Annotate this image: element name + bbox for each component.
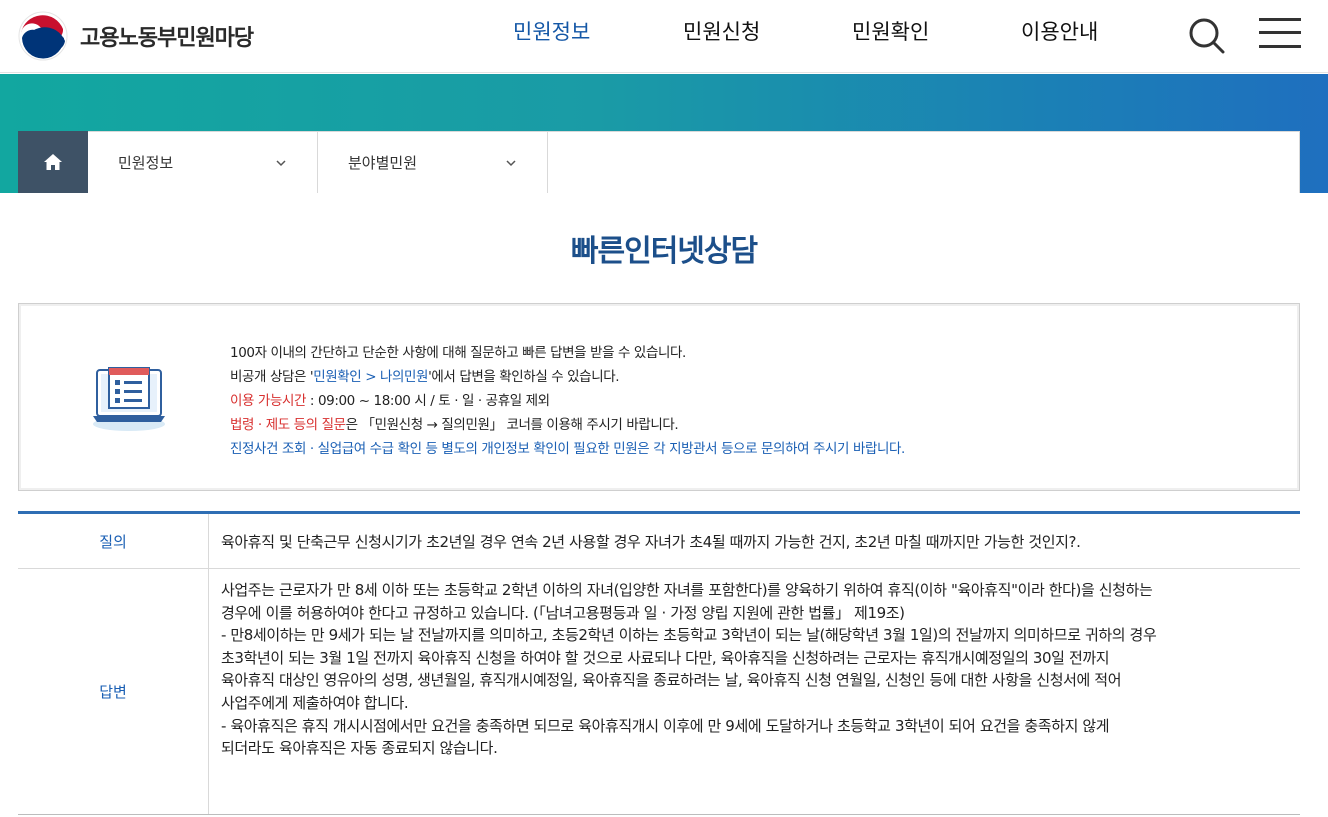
nav-civil-info[interactable]: 민원정보 [513,16,590,46]
answer-text: 사업주는 근로자가 만 8세 이하 또는 초등학교 2학년 이하의 자녀(입양한… [209,569,1300,814]
nav-civil-apply[interactable]: 민원신청 [683,16,760,46]
answer-label: 답변 [18,569,209,814]
logo[interactable]: 고용노동부민원마당 [18,11,254,61]
answer-line: 사업주에게 제출하여야 합니다. [221,693,409,712]
answer-line: 육아휴직 대상인 영유아의 성명, 생년월일, 휴직개시예정일, 육아휴직을 종… [221,671,1122,690]
menu-icon [1259,18,1301,21]
question-row: 질의 육아휴직 및 단축근무 신청시기가 초2년일 경우 연속 2년 사용할 경… [18,514,1300,569]
answer-line: 되더라도 육아휴직은 자동 종료되지 않습니다. [221,739,498,758]
qa-table: 질의 육아휴직 및 단축근무 신청시기가 초2년일 경우 연속 2년 사용할 경… [18,511,1300,815]
answer-line: 초3학년이 되는 3월 1일 전까지 육아휴직 신청을 하여야 할 것으로 사료… [221,648,1110,667]
breadcrumb-label: 민원정보 [118,154,174,172]
breadcrumb: 민원정보 분야별민원 [18,131,1300,193]
notice-text: 100자 이내의 간단하고 단순한 사항에 대해 질문하고 빠른 답변을 받을 … [230,341,905,461]
my-civil-link[interactable]: 민원확인 > 나의민원 [313,369,428,385]
notice-line-4: 법령 · 제도 등의 질문은 「민원신청 → 질의민원」 코너를 이용해 주시기… [230,417,679,433]
notice-box: 100자 이내의 간단하고 단순한 사항에 대해 질문하고 빠른 답변을 받을 … [18,303,1300,491]
nav-civil-check[interactable]: 민원확인 [852,16,929,46]
breadcrumb-item-civil-info[interactable]: 민원정보 [88,132,318,193]
notice-line-3: 이용 가능시간 : 09:00 ~ 18:00 시 / 토 · 일 · 공휴일 … [230,393,550,409]
government-emblem-icon [18,11,68,61]
home-icon [44,154,62,170]
answer-line: - 육아휴직은 휴직 개시시점에서만 요건을 충족하면 되므로 육아휴직개시 이… [221,716,1110,735]
chevron-down-icon [506,159,516,166]
notice-line-2: 비공개 상담은 '민원확인 > 나의민원'에서 답변을 확인하실 수 있습니다. [230,369,620,385]
notice-line-1: 100자 이내의 간단하고 단순한 사항에 대해 질문하고 빠른 답변을 받을 … [230,345,686,361]
breadcrumb-home-button[interactable] [18,131,88,193]
answer-row: 답변 사업주는 근로자가 만 8세 이하 또는 초등학교 2학년 이하의 자녀(… [18,569,1300,814]
chevron-down-icon [276,159,286,166]
hamburger-menu-button[interactable] [1259,16,1301,50]
breadcrumb-item-field-civil[interactable]: 분야별민원 [318,132,548,193]
breadcrumb-label: 분야별민원 [348,154,418,172]
site-header: 고용노동부민원마당 민원정보 민원신청 민원확인 이용안내 [0,0,1328,73]
question-text: 육아휴직 및 단축근무 신청시기가 초2년일 경우 연속 2년 사용할 경우 자… [221,532,1081,551]
search-button[interactable] [1188,16,1226,54]
online-consult-icon [93,367,165,431]
answer-line: 사업주는 근로자가 만 8세 이하 또는 초등학교 2학년 이하의 자녀(입양한… [221,581,1153,599]
question-label: 질의 [18,514,209,568]
search-icon [1189,18,1225,54]
answer-line: 경우에 이를 허용하여야 한다고 규정하고 있습니다. (「남녀고용평등과 일 … [221,603,905,622]
nav-guide[interactable]: 이용안내 [1021,16,1098,46]
page-title: 빠른인터넷상담 [570,234,758,269]
logo-text: 고용노동부민원마당 [80,26,254,51]
notice-line-5: 진정사건 조회 · 실업급여 수급 확인 등 별도의 개인정보 확인이 필요한 … [230,441,905,457]
answer-line: - 만8세이하는 만 9세가 되는 날 전날까지를 의미하고, 초등2학년 이하… [221,626,1157,645]
